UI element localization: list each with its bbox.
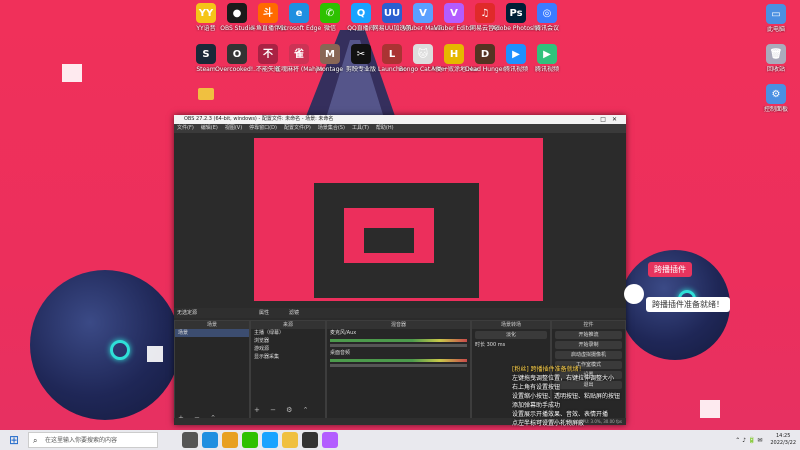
menu-item[interactable]: 停靠窗口(D) [249,125,277,131]
desktop-icon[interactable]: ▶ 腾讯视频 [523,44,571,73]
taskbar-app-icon[interactable] [302,432,318,448]
start-button[interactable]: ⊞ [0,433,28,447]
desktop-icon[interactable]: 🗑 回收站 [752,44,800,73]
source-item[interactable]: 显示器采集 [251,353,325,361]
plugin-title-badge: 跨播插件 [648,262,692,277]
filters-button[interactable]: 滤镜 [289,308,299,318]
clock-date: 2022/3/22 [770,440,796,446]
chat-line: 设置缩小按钮、透明按钮、粘贴屏的按钮 [512,393,621,400]
desktop-icon-label: 控制面板 [763,106,788,113]
obs-menu-bar: 文件(F) 编辑(E) 视图(V) 停靠窗口(D) 配置文件(P) 场景集合(S) 工具(T… [174,124,626,133]
app-icon: 🗑 [766,44,786,64]
duration-input[interactable]: 300 ms [487,342,506,348]
tray-icons[interactable]: ⌃ ♪ 🔋 ✉ [735,437,762,444]
clock[interactable]: 14:25 2022/3/22 [770,433,796,447]
duration-label: 时长 [475,342,486,348]
taskbar-apps [178,432,338,448]
decor-square [700,400,720,418]
chat-line: 左键拖曳调整位置，右键拉伸调整大小 [512,375,615,382]
source-item[interactable]: 主播（绿幕） [251,329,325,337]
plugin-avatar [624,284,644,304]
mixer-dock: 混音器 麦克风/Aux 桌面音频 [326,320,471,425]
desktop-icon-label: 腾讯会议 [534,25,559,32]
virtual-camera-button[interactable]: 启动虚拟摄像机 [555,351,622,359]
chat-panel: [粉丝] 跨播插件准备就绪！ 左键拖曳调整位置，右键拉伸调整大小 右上角有设置按钮设… [512,365,642,428]
audio-meter [330,359,467,362]
menu-item[interactable]: 视图(V) [225,125,242,131]
decor-square [62,64,82,82]
sources-dock: 来源 主播（绿幕） 浏览器 游戏源 显示器采集 + − ⚙ ⌃ ⌄ [250,320,326,425]
volume-slider[interactable] [330,364,467,367]
transition-select[interactable]: 淡化 [475,331,547,339]
source-toolbar: 无选定源 属性 滤镜 [174,308,626,318]
mixer-header: 混音器 [327,321,470,329]
chat-line: 点左半标可设置小礼物屏蔽 [512,420,585,427]
scenes-dock: 场景 场景 + − ⌃ ⌄ [174,320,250,425]
desktop-icon-label: 回收站 [766,66,785,73]
desktop-icon-label: 腾讯视频 [534,66,559,73]
taskbar-app-icon[interactable] [322,432,338,448]
plugin-ready-message: 跨播插件准备就绪！ [646,297,730,312]
taskbar: ⊞ ⌕ 在这里输入你要搜索的内容 ⌃ ♪ 🔋 ✉ 14:25 2022/3/22 [0,430,800,450]
window-controls[interactable]: –□✕ [591,115,623,124]
obs-title-bar[interactable]: OBS 27.2.3 (64-bit, windows) - 配置文件: 未命名… [174,115,626,124]
menu-item[interactable]: 工具(T) [352,125,369,131]
source-item[interactable]: 浏览器 [251,337,325,345]
menu-item[interactable]: 文件(F) [177,125,194,131]
volume-slider[interactable] [330,344,467,347]
menu-item[interactable]: 配置文件(P) [284,125,311,131]
system-tray: ⌃ ♪ 🔋 ✉ 14:25 2022/3/22 [735,430,796,450]
properties-button[interactable]: 属性 [259,308,269,318]
menu-item[interactable]: 场景集合(S) [318,125,345,131]
scene-item[interactable]: 场景 [175,329,249,337]
taskbar-app-icon[interactable] [282,432,298,448]
desktop-icon-label: 此电脑 [766,26,785,33]
app-icon: ◎ [537,3,557,23]
obs-preview[interactable] [254,138,543,301]
chat-line: [粉丝] 跨播插件准备就绪！ [512,366,585,373]
audio-meter [330,339,467,342]
mixer-channel-name: 麦克风/Aux [330,330,357,336]
window-title: OBS 27.2.3 (64-bit, windows) - 配置文件: 未命名… [184,116,334,122]
search-placeholder: 在这里输入你要搜索的内容 [45,437,118,444]
scenes-header: 场景 [175,321,249,329]
transitions-header: 场景转场 [472,321,550,329]
app-icon: ▭ [766,4,786,24]
menu-item[interactable]: 帮助(H) [376,125,394,131]
desktop-icon[interactable]: ▭ 此电脑 [752,4,800,33]
no-source-label: 无选定源 [177,310,198,316]
decor-orb-left [30,270,180,420]
controls-header: 控件 [552,321,625,329]
mixer-channel-name: 桌面音频 [330,350,351,356]
app-icon: ▶ [537,44,557,64]
chat-line: 右上角有设置按钮 [512,384,561,391]
source-item[interactable]: 游戏源 [251,345,325,353]
taskbar-search[interactable]: ⌕ 在这里输入你要搜索的内容 [28,432,158,448]
start-streaming-button[interactable]: 开始推流 [555,331,622,339]
app-icon: ⚙ [766,84,786,104]
desktop-icon[interactable]: ◎ 腾讯会议 [523,3,571,32]
decor-square [147,346,163,362]
desktop-icon[interactable]: ⚙ 控制面板 [752,84,800,113]
sources-header: 来源 [251,321,325,329]
preview-nested-window-2 [364,228,414,253]
taskbar-app-icon[interactable] [202,432,218,448]
taskbar-app-icon[interactable] [242,432,258,448]
taskbar-app-icon[interactable] [222,432,238,448]
search-icon: ⌕ [33,436,38,445]
chat-line: 添加弹幕助手成功 [512,402,561,409]
folder-icon[interactable] [182,88,230,102]
taskbar-app-icon[interactable] [262,432,278,448]
taskbar-app-icon[interactable] [182,432,198,448]
menu-item[interactable]: 编辑(E) [201,125,218,131]
start-recording-button[interactable]: 开始录制 [555,341,622,349]
clock-time: 14:25 [775,433,791,439]
chat-line: 设置展示开播效果、音效、表情开播 [512,411,609,418]
